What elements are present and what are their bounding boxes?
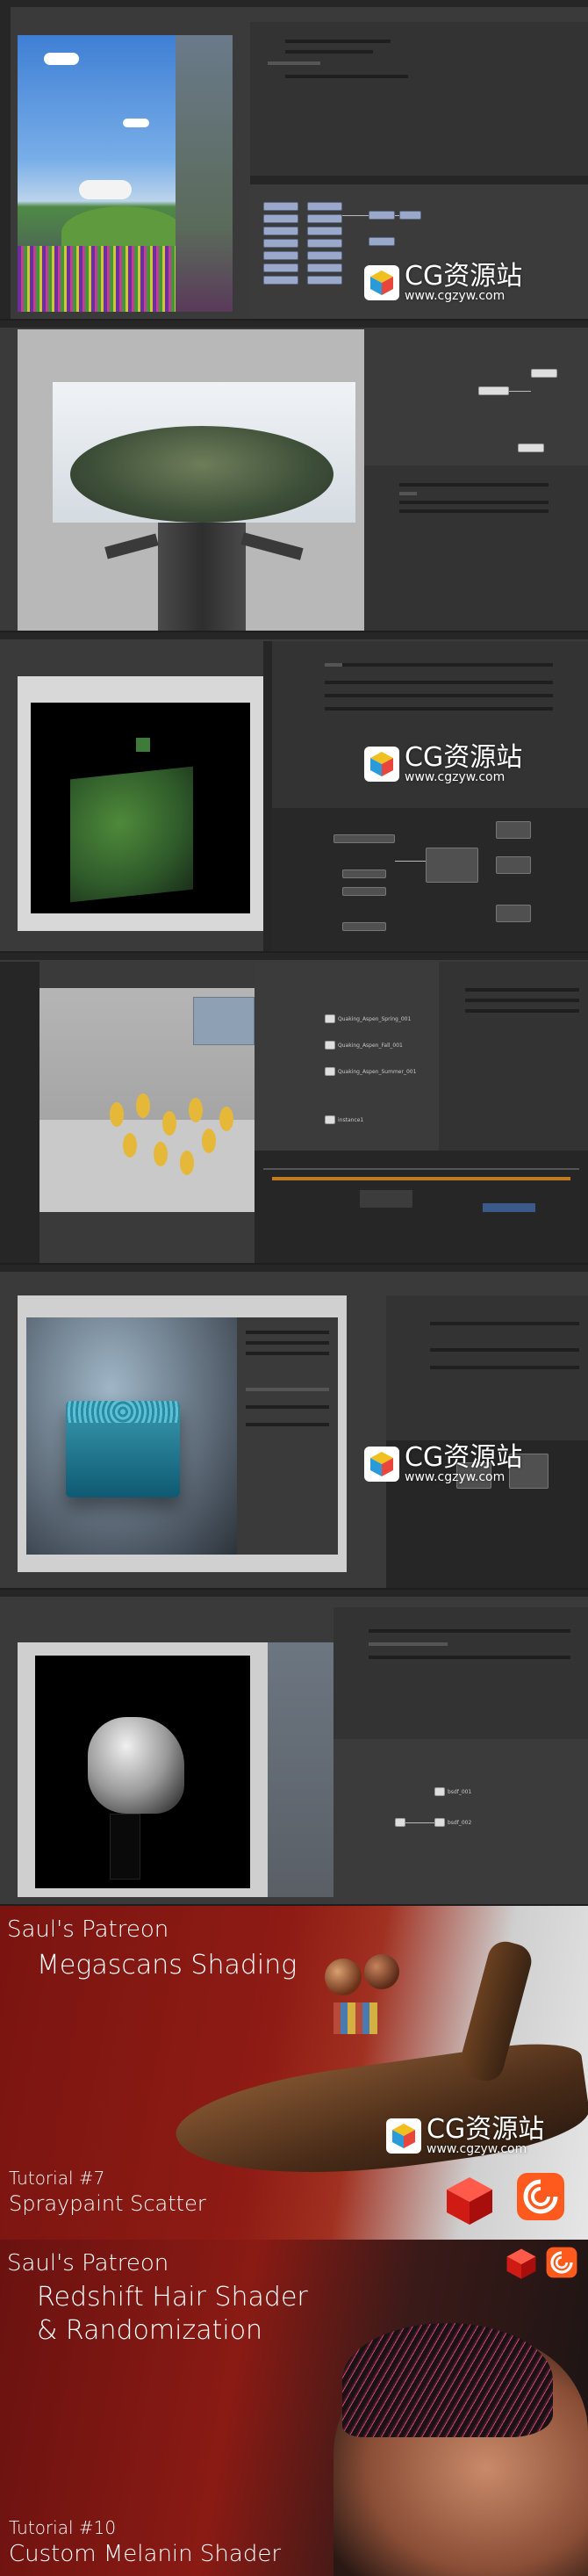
render-view-window[interactable] (18, 1295, 347, 1572)
parameter-panel (439, 962, 588, 1151)
spreadsheet[interactable] (255, 1151, 588, 1263)
cloud (123, 119, 149, 127)
node-network[interactable]: bsdf_001 bsdf_002 (333, 1739, 588, 1904)
small-cube (136, 738, 150, 752)
watermark-url: www.cgzyw.com (427, 2142, 527, 2156)
floor (39, 1120, 255, 1212)
tutorial-banner-1: Saul's Patreon Megascans Shading Tutoria… (0, 1906, 588, 2240)
watermark-title: CG资源站 (405, 261, 523, 292)
flower-field (18, 246, 184, 312)
cg-logo-icon (364, 747, 399, 782)
render-canvas (35, 1656, 250, 1888)
toolbar-left (0, 7, 11, 319)
houdini-icon (513, 2169, 568, 2224)
watermark-title: CG资源站 (405, 742, 523, 773)
parameter-panel (250, 22, 588, 176)
node-network[interactable]: Quaking_Aspen_Spring_001 Quaking_Aspen_F… (255, 962, 439, 1151)
banner-line2: Redshift Hair Shader (37, 2282, 308, 2313)
banner-subtitle: Custom Melanin Shader (9, 2541, 282, 2567)
render-settings[interactable] (237, 1317, 338, 1555)
menu-bar[interactable] (0, 1590, 588, 1597)
water-surface (66, 1401, 180, 1423)
viewport-right (176, 35, 233, 312)
parameter-panel (386, 1295, 588, 1440)
viewport[interactable] (39, 988, 255, 1212)
node-label: Quaking_Aspen_Summer_001 (338, 1069, 417, 1075)
node-label: Quaking_Aspen_Fall_001 (338, 1043, 403, 1049)
viewport-bg (263, 641, 272, 951)
node-label: bsdf_002 (448, 1820, 472, 1826)
cg-logo-icon (364, 1447, 399, 1482)
viewport-right (268, 1642, 333, 1897)
node-label: instance1 (338, 1117, 364, 1123)
banner-tutorial-number: Tutorial #7 (9, 2168, 105, 2189)
viewport[interactable] (18, 1642, 268, 1897)
banner-subtitle: Spraypaint Scatter (9, 2191, 206, 2216)
watermark: CG资源站 www.cgzyw.com (364, 263, 522, 302)
watermark-url: www.cgzyw.com (405, 770, 506, 784)
render-view-window[interactable] (18, 676, 263, 931)
sculpture (88, 1717, 184, 1814)
parameter-panel (333, 1607, 588, 1739)
tutorial-banner-2: Saul's Patreon Redshift Hair Shader & Ra… (0, 2240, 588, 2576)
render-canvas (26, 1317, 237, 1555)
redshift-icon (443, 2174, 496, 2226)
banner-line1: Saul's Patreon (7, 1916, 169, 1943)
watermark: CG资源站 www.cgzyw.com (364, 745, 522, 783)
grass-cube (70, 766, 193, 903)
oak-tree-canopy (70, 426, 333, 523)
banner-tutorial-number: Tutorial #10 (9, 2517, 117, 2538)
screenshot-panel-3: CG资源站 www.cgzyw.com (0, 632, 588, 953)
tree-trunk (158, 523, 246, 631)
cg-logo-icon (364, 265, 399, 300)
parameter-panel (364, 465, 588, 631)
screenshot-panel-1: CG资源站 www.cgzyw.com (0, 0, 588, 321)
node-network[interactable] (364, 329, 588, 465)
menu-bar[interactable] (0, 632, 588, 639)
watermark-url: www.cgzyw.com (405, 1470, 506, 1484)
menu-bar[interactable] (0, 953, 588, 960)
banner-line1: Saul's Patreon (7, 2250, 169, 2277)
shader-ball (364, 1954, 399, 1989)
watermark: CG资源站 www.cgzyw.com (364, 1445, 522, 1483)
node-network[interactable] (272, 808, 588, 951)
node-label: bsdf_001 (448, 1789, 472, 1795)
menu-bar[interactable] (0, 321, 588, 328)
watermark: CG资源站 www.cgzyw.com (386, 2117, 544, 2155)
hair-streaks (342, 2323, 553, 2437)
timeline-bar[interactable] (250, 176, 588, 184)
banner-line2: Megascans Shading (37, 1950, 298, 1981)
tree-branch (104, 533, 159, 559)
screenshot-panel-2 (0, 321, 588, 632)
tooltip-popup (193, 997, 255, 1045)
screenshot-panel-5: CG资源站 www.cgzyw.com (0, 1265, 588, 1590)
watermark-title: CG资源站 (405, 1442, 523, 1473)
timeline-orange (272, 1177, 570, 1180)
screenshot-panel-4: Quaking_Aspen_Spring_001 Quaking_Aspen_F… (0, 953, 588, 1265)
screenshot-panel-6: bsdf_001 bsdf_002 (0, 1590, 588, 1906)
render-canvas (31, 703, 250, 913)
cloud (44, 53, 79, 65)
pedestal (110, 1814, 140, 1880)
cg-logo-icon (386, 2118, 421, 2154)
tree-branch (240, 532, 304, 560)
cloud (79, 180, 132, 199)
viewport[interactable] (18, 35, 184, 312)
color-checker (333, 2002, 377, 2034)
watermark-title: CG资源站 (427, 2114, 545, 2145)
banner-line3: & Randomization (37, 2315, 263, 2346)
menu-bar[interactable] (0, 1265, 588, 1272)
shader-ball (325, 1959, 362, 1995)
redshift-icon (505, 2247, 538, 2280)
node-label: Quaking_Aspen_Spring_001 (338, 1016, 412, 1022)
houdini-icon (544, 2245, 579, 2280)
menu-bar[interactable] (0, 0, 588, 7)
watermark-url: www.cgzyw.com (405, 289, 506, 303)
outliner[interactable] (0, 962, 39, 1263)
viewport[interactable] (18, 329, 364, 631)
